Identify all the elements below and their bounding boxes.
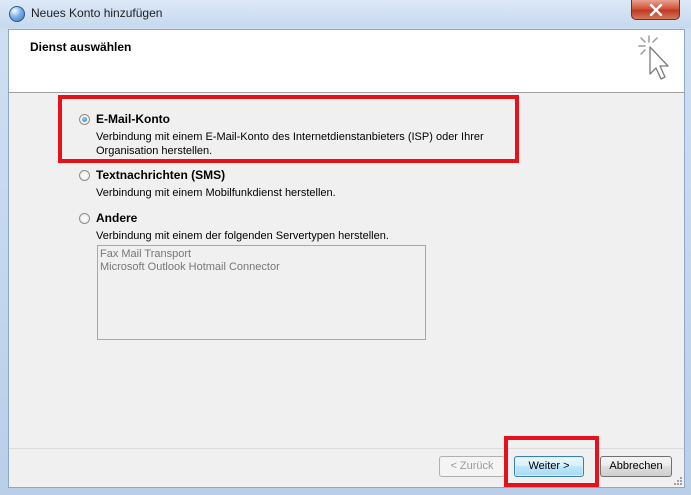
option-email-label[interactable]: E-Mail-Konto (96, 112, 170, 126)
resize-grip-icon[interactable] (672, 475, 682, 485)
footer-divider (9, 448, 684, 449)
list-item[interactable]: Fax Mail Transport (98, 248, 425, 261)
option-other[interactable]: Andere (79, 211, 137, 225)
page-title: Dienst auswählen (30, 40, 132, 54)
back-button[interactable]: < Zurück (439, 456, 505, 477)
dialog-window: Neues Konto hinzufügen Dienst auswählen (0, 0, 691, 495)
radio-email-account[interactable] (79, 113, 90, 125)
option-email-description: Verbindung mit einem E-Mail-Konto des In… (96, 130, 484, 158)
next-button[interactable]: Weiter > (514, 456, 584, 477)
window-title: Neues Konto hinzufügen (31, 6, 163, 20)
radio-sms[interactable] (79, 169, 90, 181)
option-sms-description: Verbindung mit einem Mobilfunkdienst her… (96, 187, 336, 199)
header-band: Dienst auswählen (9, 30, 684, 93)
server-type-list[interactable]: Fax Mail Transport Microsoft Outlook Hot… (97, 245, 426, 340)
cursor-click-icon (638, 35, 669, 80)
title-bar[interactable]: Neues Konto hinzufügen (0, 0, 691, 28)
close-button[interactable] (631, 0, 680, 20)
option-email-account[interactable]: E-Mail-Konto (79, 112, 170, 126)
outlook-app-icon (9, 6, 25, 22)
dialog-client-area: Dienst auswählen E-Mail-Konto Verbindung… (8, 29, 685, 488)
option-email-description-line2: Organisation herstellen. (96, 145, 213, 157)
close-icon (649, 4, 663, 16)
option-other-label[interactable]: Andere (96, 211, 137, 225)
list-item[interactable]: Microsoft Outlook Hotmail Connector (98, 261, 425, 274)
cancel-button[interactable]: Abbrechen (600, 456, 672, 477)
option-other-description: Verbindung mit einem der folgenden Serve… (96, 230, 389, 242)
option-sms[interactable]: Textnachrichten (SMS) (79, 168, 225, 182)
option-email-description-line1: Verbindung mit einem E-Mail-Konto des In… (96, 131, 484, 143)
radio-other[interactable] (79, 212, 90, 224)
option-sms-label[interactable]: Textnachrichten (SMS) (96, 168, 225, 182)
